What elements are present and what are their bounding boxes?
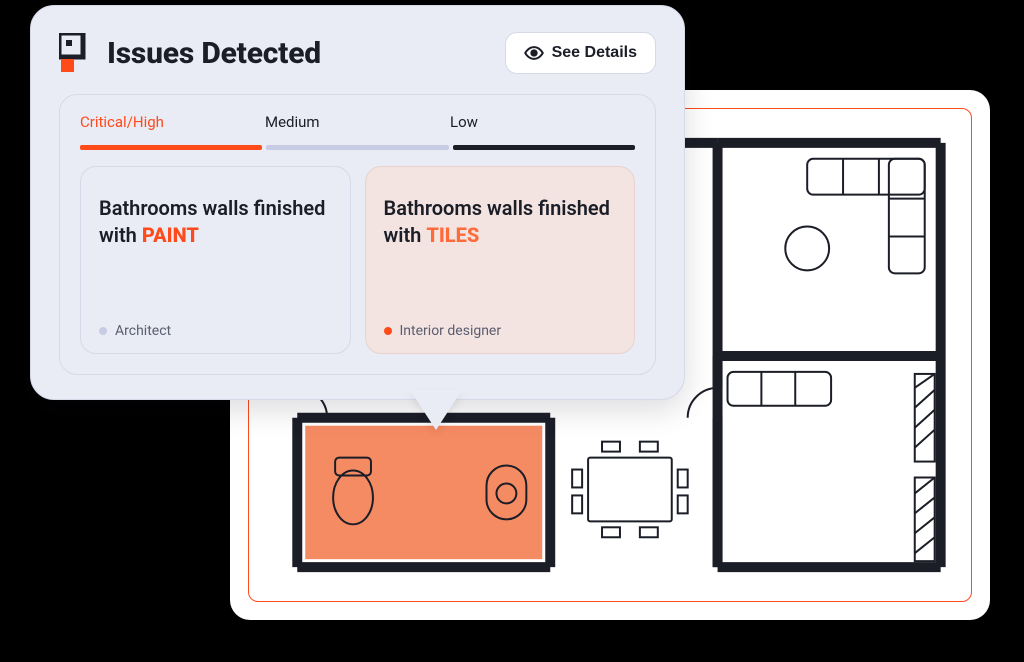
card-pointer-tail xyxy=(410,390,462,430)
issue-highlight: TILES xyxy=(426,223,479,247)
issue-card-architect[interactable]: Bathrooms walls finished with PAINT Arch… xyxy=(80,166,351,354)
severity-medium-label: Medium xyxy=(265,113,450,137)
see-details-button[interactable]: See Details xyxy=(505,32,656,74)
issue-cards: Bathrooms walls finished with PAINT Arch… xyxy=(80,166,635,354)
severity-bar-low xyxy=(453,145,635,150)
severity-bar xyxy=(80,145,635,150)
issue-text: Bathrooms walls finished with TILES xyxy=(384,195,617,249)
card-header: Issues Detected See Details xyxy=(59,32,656,74)
issue-text: Bathrooms walls finished with PAINT xyxy=(99,195,332,249)
severity-low-label: Low xyxy=(450,113,635,137)
role-label: Architect xyxy=(115,323,171,339)
severity-panel: Critical/High Medium Low Bathrooms walls… xyxy=(59,94,656,375)
see-details-label: See Details xyxy=(552,44,637,62)
issue-highlight: PAINT xyxy=(142,223,199,247)
severity-critical-label: Critical/High xyxy=(80,113,265,137)
role-dot-icon xyxy=(99,327,107,335)
eye-icon xyxy=(524,43,544,63)
severity-labels: Critical/High Medium Low xyxy=(80,113,635,137)
issue-card-interior[interactable]: Bathrooms walls finished with TILES Inte… xyxy=(365,166,636,354)
issue-prefix: Bathrooms walls finished with xyxy=(99,196,325,247)
issue-role: Interior designer xyxy=(384,323,617,339)
issues-card: Issues Detected See Details Critical/Hig… xyxy=(30,5,685,400)
app-logo-icon xyxy=(59,33,93,73)
severity-bar-critical xyxy=(80,145,262,150)
role-label: Interior designer xyxy=(400,323,502,339)
issue-prefix: Bathrooms walls finished with xyxy=(384,196,610,247)
role-dot-icon xyxy=(384,327,392,335)
issue-role: Architect xyxy=(99,323,332,339)
severity-bar-medium xyxy=(266,145,448,150)
card-title: Issues Detected xyxy=(107,36,321,71)
